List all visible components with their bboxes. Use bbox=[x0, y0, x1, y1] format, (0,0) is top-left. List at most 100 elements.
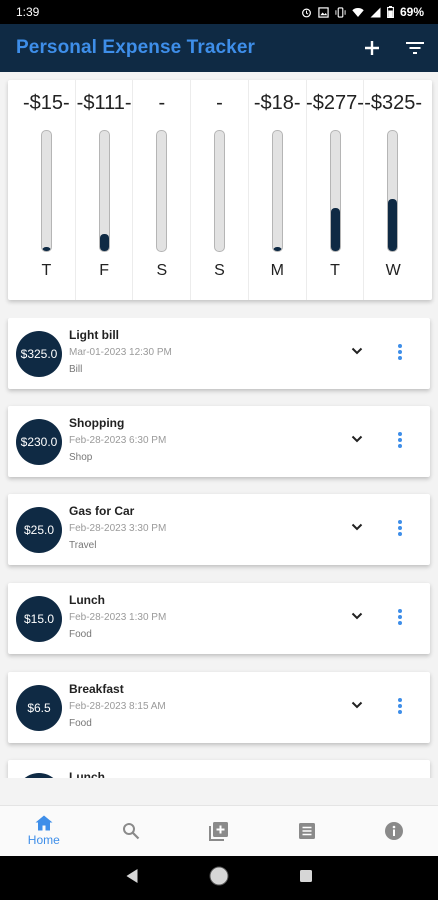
expense-date: Mar-01-2023 12:30 PM bbox=[69, 347, 172, 358]
day-bar-fill bbox=[272, 247, 282, 251]
expense-card[interactable]: $325.0 Light bill Mar-01-2023 12:30 PM B… bbox=[8, 318, 430, 389]
expand-button[interactable] bbox=[350, 698, 364, 712]
filter-button[interactable] bbox=[406, 41, 424, 55]
expand-button[interactable] bbox=[350, 520, 364, 534]
expense-category: Food bbox=[69, 629, 92, 640]
home-icon bbox=[35, 815, 53, 831]
nav-home[interactable]: Home bbox=[0, 806, 88, 856]
day-bar-fill bbox=[388, 199, 398, 251]
expense-category: Shop bbox=[69, 452, 93, 463]
expense-list[interactable]: $325.0 Light bill Mar-01-2023 12:30 PM B… bbox=[0, 318, 438, 778]
chevron-down-icon bbox=[351, 523, 363, 531]
home-system-button[interactable] bbox=[208, 865, 230, 892]
day-label: T bbox=[330, 262, 340, 279]
expand-button[interactable] bbox=[350, 432, 364, 446]
day-bar-fill bbox=[42, 247, 51, 251]
expense-card[interactable]: $25.0 Gas for Car Feb-28-2023 3:30 PM Tr… bbox=[8, 494, 430, 565]
status-bar: 1:39 69% bbox=[0, 0, 438, 24]
chevron-down-icon bbox=[351, 347, 363, 355]
back-icon bbox=[126, 868, 138, 883]
day-bar bbox=[271, 130, 283, 252]
expense-amount-avatar: $25.0 bbox=[16, 507, 62, 553]
plus-icon bbox=[365, 41, 379, 55]
expense-date: Feb-28-2023 3:30 PM bbox=[69, 523, 167, 534]
expense-card[interactable]: $230.0 Shopping Feb-28-2023 6:30 PM Shop bbox=[8, 406, 430, 477]
nav-list[interactable] bbox=[263, 806, 351, 856]
day-label: S bbox=[156, 262, 168, 279]
expand-button[interactable] bbox=[350, 609, 364, 623]
expense-title: Lunch bbox=[69, 770, 105, 778]
expense-date: Feb-28-2023 8:15 AM bbox=[69, 701, 166, 712]
app-bar: Personal Expense Tracker bbox=[0, 24, 438, 72]
nav-search[interactable] bbox=[88, 806, 176, 856]
expense-amount-avatar: $6.5 bbox=[16, 685, 62, 731]
expense-amount-avatar bbox=[16, 773, 62, 778]
chevron-down-icon bbox=[351, 701, 363, 709]
more-vert-icon bbox=[398, 609, 402, 625]
day-bar bbox=[156, 130, 168, 252]
expense-card[interactable]: $6.5 Breakfast Feb-28-2023 8:15 AM Food bbox=[8, 672, 430, 743]
home-circle-icon bbox=[209, 866, 229, 885]
add-expense-button[interactable] bbox=[364, 40, 380, 56]
vibrate-icon bbox=[335, 6, 346, 18]
expense-card[interactable]: $15.0 Lunch Feb-28-2023 1:30 PM Food bbox=[8, 583, 430, 654]
app-title: Personal Expense Tracker bbox=[16, 37, 255, 58]
day-label: F bbox=[99, 262, 109, 279]
battery-icon bbox=[387, 6, 394, 18]
back-button[interactable] bbox=[125, 868, 139, 889]
status-icons: 69% bbox=[301, 5, 424, 19]
day-bar bbox=[41, 130, 52, 252]
bottom-navigation: Home bbox=[0, 805, 438, 856]
nav-add[interactable] bbox=[175, 806, 263, 856]
more-options-button[interactable] bbox=[397, 431, 403, 449]
expand-button[interactable] bbox=[350, 344, 364, 358]
expense-date: Feb-28-2023 1:30 PM bbox=[69, 612, 167, 623]
nav-info[interactable] bbox=[350, 806, 438, 856]
expense-category: Food bbox=[69, 718, 92, 729]
expense-title: Light bill bbox=[69, 328, 119, 342]
status-time: 1:39 bbox=[16, 5, 40, 19]
day-label: W bbox=[385, 262, 401, 279]
more-vert-icon bbox=[398, 344, 402, 360]
alarm-icon bbox=[301, 7, 312, 18]
day-label: S bbox=[214, 262, 225, 279]
chart-day: -$111- F bbox=[76, 80, 134, 300]
list-icon bbox=[298, 823, 315, 839]
recents-icon bbox=[300, 869, 313, 882]
expense-amount-avatar: $15.0 bbox=[16, 596, 62, 642]
expense-amount-avatar: $230.0 bbox=[16, 419, 62, 465]
chart-day: - S bbox=[191, 80, 249, 300]
more-vert-icon bbox=[398, 520, 402, 536]
more-options-button[interactable] bbox=[397, 343, 403, 361]
more-options-button[interactable] bbox=[397, 519, 403, 537]
filter-icon bbox=[406, 42, 424, 54]
expense-amount-avatar: $325.0 bbox=[16, 331, 62, 377]
day-bar-fill bbox=[330, 207, 340, 251]
info-icon bbox=[385, 822, 404, 840]
chart-day: -$15- T bbox=[18, 80, 76, 300]
battery-percent: 69% bbox=[399, 5, 424, 19]
chart-day: -$18- M bbox=[249, 80, 307, 300]
chevron-down-icon bbox=[351, 435, 363, 443]
day-label: M bbox=[270, 262, 284, 279]
expense-category: Bill bbox=[69, 364, 83, 375]
more-options-button[interactable] bbox=[397, 608, 403, 626]
chevron-down-icon bbox=[351, 612, 363, 620]
day-bar bbox=[98, 130, 110, 252]
day-bar-fill bbox=[99, 234, 109, 251]
system-navigation bbox=[0, 856, 438, 900]
signal-icon bbox=[370, 7, 381, 18]
chart-day: -$277- T bbox=[306, 80, 365, 300]
photo-icon bbox=[318, 6, 329, 18]
recents-button[interactable] bbox=[299, 869, 313, 888]
expense-card[interactable]: Lunch bbox=[8, 760, 430, 778]
day-bar bbox=[214, 130, 226, 252]
more-vert-icon bbox=[398, 432, 402, 448]
more-vert-icon bbox=[398, 698, 402, 714]
day-bar bbox=[329, 130, 341, 252]
expense-title: Shopping bbox=[69, 416, 125, 430]
day-label: T bbox=[41, 262, 52, 279]
weekly-chart: -$15- T -$111- F - S - S -$18- M -$277- … bbox=[8, 80, 432, 300]
add-box-icon bbox=[208, 822, 228, 841]
more-options-button[interactable] bbox=[397, 697, 403, 715]
